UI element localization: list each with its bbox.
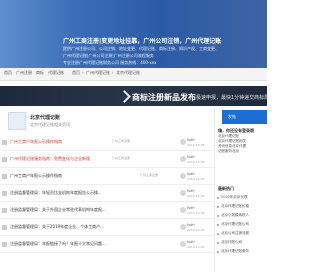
thread-status-icon [2, 157, 7, 162]
thread-author[interactable]: fsdfr [187, 155, 195, 159]
thread-tag[interactable]: 广州工商注册 [112, 156, 130, 160]
nav-link-bookkeeping[interactable]: 代理记账 [48, 70, 64, 76]
bullet-icon [217, 251, 219, 253]
site-title[interactable]: 广州工商注册|变更地址挂靠，广州公司注销，广州代理记账 [63, 36, 221, 45]
nav-link-home[interactable]: 首页 [4, 70, 12, 76]
sidebar-link[interactable]: 北京代理记账公司 [221, 222, 266, 227]
thread-date: 2019-10-08 [187, 177, 205, 181]
breadcrumb-home[interactable]: 首页 [72, 70, 80, 76]
banner-subtitle: 极速申报，最快1分钟递交商标局 [196, 95, 270, 101]
sidebar-link[interactable]: 北京代理记账服务 [221, 249, 266, 254]
sidebar-section-title: 最新热门 [218, 186, 234, 191]
thread-author[interactable]: fsdfr [187, 240, 195, 244]
sidebar-link[interactable]: 北京公司注销流程 [221, 231, 266, 236]
avatar[interactable] [180, 241, 186, 247]
banner-title: 商标注册新品发布 [132, 93, 196, 102]
sidebar-text: 记账服务北京 [218, 149, 239, 153]
bullet-icon [217, 233, 219, 235]
avatar[interactable] [180, 224, 186, 230]
thread-status-icon [2, 191, 7, 196]
sidebar-link[interactable]: 北京小规模纳税人 [221, 213, 266, 218]
breadcrumb-current[interactable]: 北京代理记账 [116, 70, 140, 76]
thread-title-link[interactable]: 广州工商户年报公示操作指南 [10, 173, 156, 179]
thread-status-icon [2, 225, 7, 230]
thread-date: 2019-10-08 [187, 211, 205, 215]
breadcrumb-separator: › [82, 70, 84, 75]
thread-tag[interactable]: 广州工商注册 [112, 139, 130, 143]
breadcrumb-category[interactable]: 广州代理记账 [86, 70, 110, 76]
avatar[interactable] [180, 190, 186, 196]
bullet-icon [217, 206, 219, 208]
avatar[interactable] [180, 139, 186, 145]
forum-icon [8, 112, 26, 130]
avatar[interactable] [180, 173, 186, 179]
thread-author[interactable]: fsdfr [187, 189, 195, 193]
forum-description: 北京代理记账相关资讯 [30, 122, 70, 127]
header-description-line: 专业注册广州代理记账财务公司 服务热线：400-xxx [63, 60, 157, 65]
thread-date: 2019-10-08 [187, 143, 205, 147]
thread-author[interactable]: fsdfr [187, 223, 195, 227]
thread-title-link[interactable]: 广州工商户年报公示操作指南 [10, 139, 156, 145]
header-description-line: 广州代理记账|广州公司注册|广州注册公司流程服务 [63, 53, 154, 58]
thread-title-link[interactable]: 注册监督管理局：关于外国企业常驻代表机构年度报... [10, 207, 156, 213]
thread-author[interactable]: fsdfr [187, 172, 195, 176]
thread-title-link[interactable]: 注册监督管理局：关于2019年度企业、个体工商户... [10, 224, 156, 230]
thread-date: 2019-10-08 [187, 194, 205, 198]
new-post-label: 发帖 [228, 114, 236, 119]
bullet-icon [217, 224, 219, 226]
nav-link-register[interactable]: 广州注册 [16, 70, 32, 76]
bullet-icon [217, 197, 219, 199]
thread-title-link[interactable]: 广州代理记账服务指南：免费变化与企业新规 [10, 156, 156, 162]
bullet-icon [217, 215, 219, 217]
sidebar-link[interactable]: 北京代账公司 [221, 240, 266, 245]
avatar[interactable] [180, 156, 186, 162]
thread-status-icon [2, 174, 7, 179]
nav-link-trademark[interactable]: 商标 [36, 70, 44, 76]
thread-date: 2019-10-08 [187, 245, 205, 249]
thread-title-link[interactable]: 注册监督管理局：年报链接了吗？年报十大常见问题... [10, 241, 156, 247]
bullet-icon [217, 242, 219, 244]
thread-author[interactable]: fsdfr [187, 206, 195, 210]
thread-tag[interactable]: 广州工商注册 [140, 173, 158, 177]
sidebar-link[interactable]: 北京代理记账价格 [221, 204, 266, 209]
thread-author[interactable]: fsdfr [187, 138, 195, 142]
thread-status-icon [2, 140, 7, 145]
header-description-line: 提供广州注册公司、公司注销、地址变更、代理记账、商标注册、知识产权、工商变更、 [63, 46, 219, 51]
avatar[interactable] [180, 207, 186, 213]
sidebar-link[interactable]: 2020年北京代理 [221, 195, 266, 200]
thread-status-icon [2, 242, 7, 247]
thread-title-link[interactable]: 注册监督管理局：年轻员比支机构年度报告公示操... [10, 190, 156, 196]
forum-title: 北京代理记账 [30, 115, 61, 121]
thread-status-icon [2, 208, 7, 213]
thread-date: 2019-10-08 [187, 160, 205, 164]
thread-date: 2019-10-08 [187, 228, 205, 232]
breadcrumb-separator: › [112, 70, 114, 75]
